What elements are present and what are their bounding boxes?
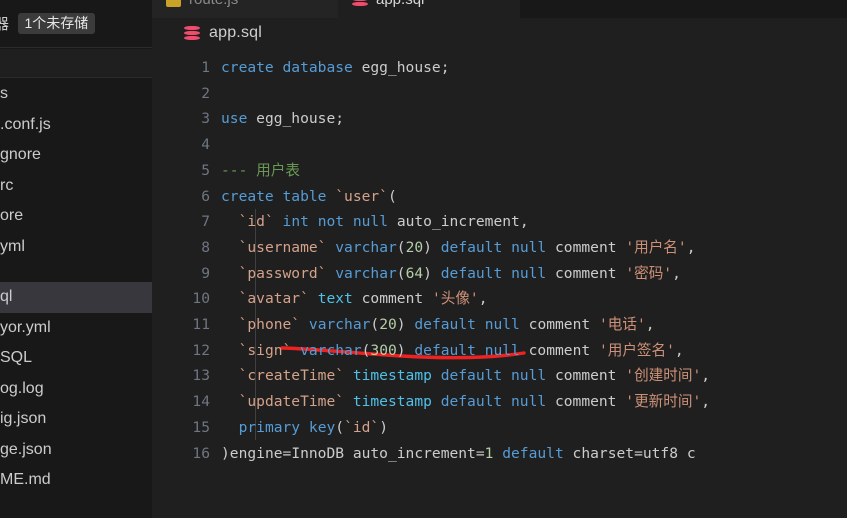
explorer-pane: 器 1个未存储 s .conf.js gnore rc ore yml ql yor.yml S…: [0, 0, 152, 518]
file-tree-item[interactable]: yml: [0, 232, 152, 263]
line-number: 3: [201, 110, 210, 128]
code-line-text: create database egg_house;: [221, 59, 450, 76]
file-name-label: ig.json: [0, 410, 47, 428]
file-name-label: ql: [0, 288, 13, 306]
line-number: 9: [201, 264, 210, 282]
file-tree-item[interactable]: ME.md: [0, 465, 152, 496]
file-tree-item[interactable]: SQL: [0, 343, 152, 374]
line-number: 13: [192, 367, 210, 385]
line-number: 4: [201, 136, 210, 154]
code-line-text: primary key(`id`): [238, 418, 389, 436]
code-line[interactable]: 16 )engine=InnoDB auto_increment=1 defaul…: [152, 441, 847, 467]
line-number: 5: [201, 161, 210, 179]
code-line[interactable]: 15 primary key(`id`): [152, 415, 847, 441]
file-tree[interactable]: s .conf.js gnore rc ore yml ql yor.yml SQL og.log…: [0, 79, 152, 518]
file-tree-item[interactable]: og.log: [0, 374, 152, 405]
js-file-icon: [166, 0, 181, 7]
code-line[interactable]: 14 `updateTime` timestamp default null c…: [152, 389, 847, 415]
code-line[interactable]: 6 create table `user`(: [152, 184, 847, 210]
code-line-text: create table `user`(: [221, 187, 397, 205]
code-line[interactable]: 3 use egg_house;: [152, 106, 847, 132]
file-tree-item[interactable]: rc: [0, 171, 152, 202]
code-line[interactable]: 5 --- 用户表: [152, 158, 847, 184]
file-tree-item[interactable]: .conf.js: [0, 110, 152, 141]
file-name-label: ME.md: [0, 471, 51, 489]
database-icon: [184, 25, 200, 41]
file-name-label: yor.yml: [0, 318, 51, 336]
code-line[interactable]: 8 `username` varchar(20) default null co…: [152, 235, 847, 261]
code-line-text: `createTime` timestamp default null comm…: [238, 367, 711, 385]
code-line[interactable]: 4: [152, 132, 847, 158]
file-name-label: yml: [0, 237, 25, 255]
file-tree-spacer: [0, 262, 152, 282]
file-name-label: SQL: [0, 349, 33, 367]
file-name-label: ge.json: [0, 440, 52, 458]
explorer-header: 器 1个未存储: [0, 0, 152, 48]
file-name-label: og.log: [0, 379, 44, 397]
line-number: 10: [192, 290, 210, 308]
line-number: 7: [201, 213, 210, 231]
file-name-label: s: [0, 85, 8, 103]
editor-tab-label: app.sql: [376, 0, 424, 8]
code-line[interactable]: 10 `avatar` text comment '头像',: [152, 286, 847, 312]
editor-group: route.js app.sql app.sql 1 create database…: [152, 0, 847, 518]
vscode-window: 器 1个未存储 s .conf.js gnore rc ore yml ql yor.yml S…: [0, 0, 847, 518]
line-number: 2: [201, 84, 210, 102]
unsaved-count-badge: 1个未存储: [17, 13, 96, 34]
code-line-text: `sign` varchar(300) default null comment…: [238, 341, 684, 359]
code-line-text: `updateTime` timestamp default null comm…: [238, 393, 711, 411]
breadcrumb[interactable]: app.sql: [152, 18, 847, 48]
code-line[interactable]: 7 `id` int not null auto_increment,: [152, 209, 847, 235]
explorer-section-header[interactable]: [0, 49, 152, 78]
code-line[interactable]: 11 `phone` varchar(20) default null comm…: [152, 312, 847, 338]
line-number: 8: [201, 238, 210, 256]
editor-tab-active[interactable]: app.sql: [338, 0, 520, 18]
file-tree-item[interactable]: ge.json: [0, 435, 152, 466]
file-tree-item[interactable]: ore: [0, 201, 152, 232]
code-line[interactable]: 13 `createTime` timestamp default null c…: [152, 363, 847, 389]
code-line-text: `username` varchar(20) default null comm…: [238, 238, 696, 256]
line-number: 16: [192, 444, 210, 462]
line-number: 14: [192, 393, 210, 411]
breadcrumb-file-name[interactable]: app.sql: [209, 24, 262, 42]
editor-tab[interactable]: route.js: [152, 0, 338, 18]
code-line[interactable]: 12 `sign` varchar(300) default null comm…: [152, 338, 847, 364]
editor-tab-label: route.js: [189, 0, 238, 8]
code-line-text: `avatar` text comment '头像',: [238, 290, 488, 308]
file-tree-item[interactable]: s: [0, 79, 152, 110]
code-line-text: )engine=InnoDB auto_increment=1 default …: [221, 444, 696, 462]
line-number: 1: [201, 59, 210, 76]
code-line-text: `id` int not null auto_increment,: [238, 213, 529, 231]
editor-tab-bar[interactable]: route.js app.sql: [152, 0, 847, 18]
database-icon: [352, 0, 368, 7]
file-name-label: .conf.js: [0, 115, 51, 133]
file-tree-item[interactable]: yor.yml: [0, 313, 152, 344]
file-tree-item-selected[interactable]: ql: [0, 282, 152, 313]
file-name-label: gnore: [0, 146, 41, 164]
explorer-title: 器: [0, 16, 10, 33]
line-number: 11: [192, 316, 210, 333]
code-line[interactable]: 9 `password` varchar(64) default null co…: [152, 261, 847, 287]
code-line-text: --- 用户表: [221, 161, 300, 179]
code-line-text: `password` varchar(64) default null comm…: [238, 264, 681, 282]
file-name-label: ore: [0, 207, 24, 225]
line-number: 6: [201, 187, 210, 205]
file-tree-item[interactable]: gnore: [0, 140, 152, 171]
code-line[interactable]: 2: [152, 81, 847, 107]
line-number: 12: [192, 341, 210, 359]
file-name-label: rc: [0, 176, 14, 194]
code-line-text: use egg_house;: [221, 110, 345, 128]
code-editor[interactable]: 1 create database egg_house; 2 3 use egg_hou…: [152, 48, 847, 518]
code-line-text: `phone` varchar(20) default null comment…: [238, 316, 655, 333]
file-tree-item[interactable]: ig.json: [0, 404, 152, 435]
line-number: 15: [192, 418, 210, 436]
code-line[interactable]: 1 create database egg_house;: [152, 55, 847, 81]
